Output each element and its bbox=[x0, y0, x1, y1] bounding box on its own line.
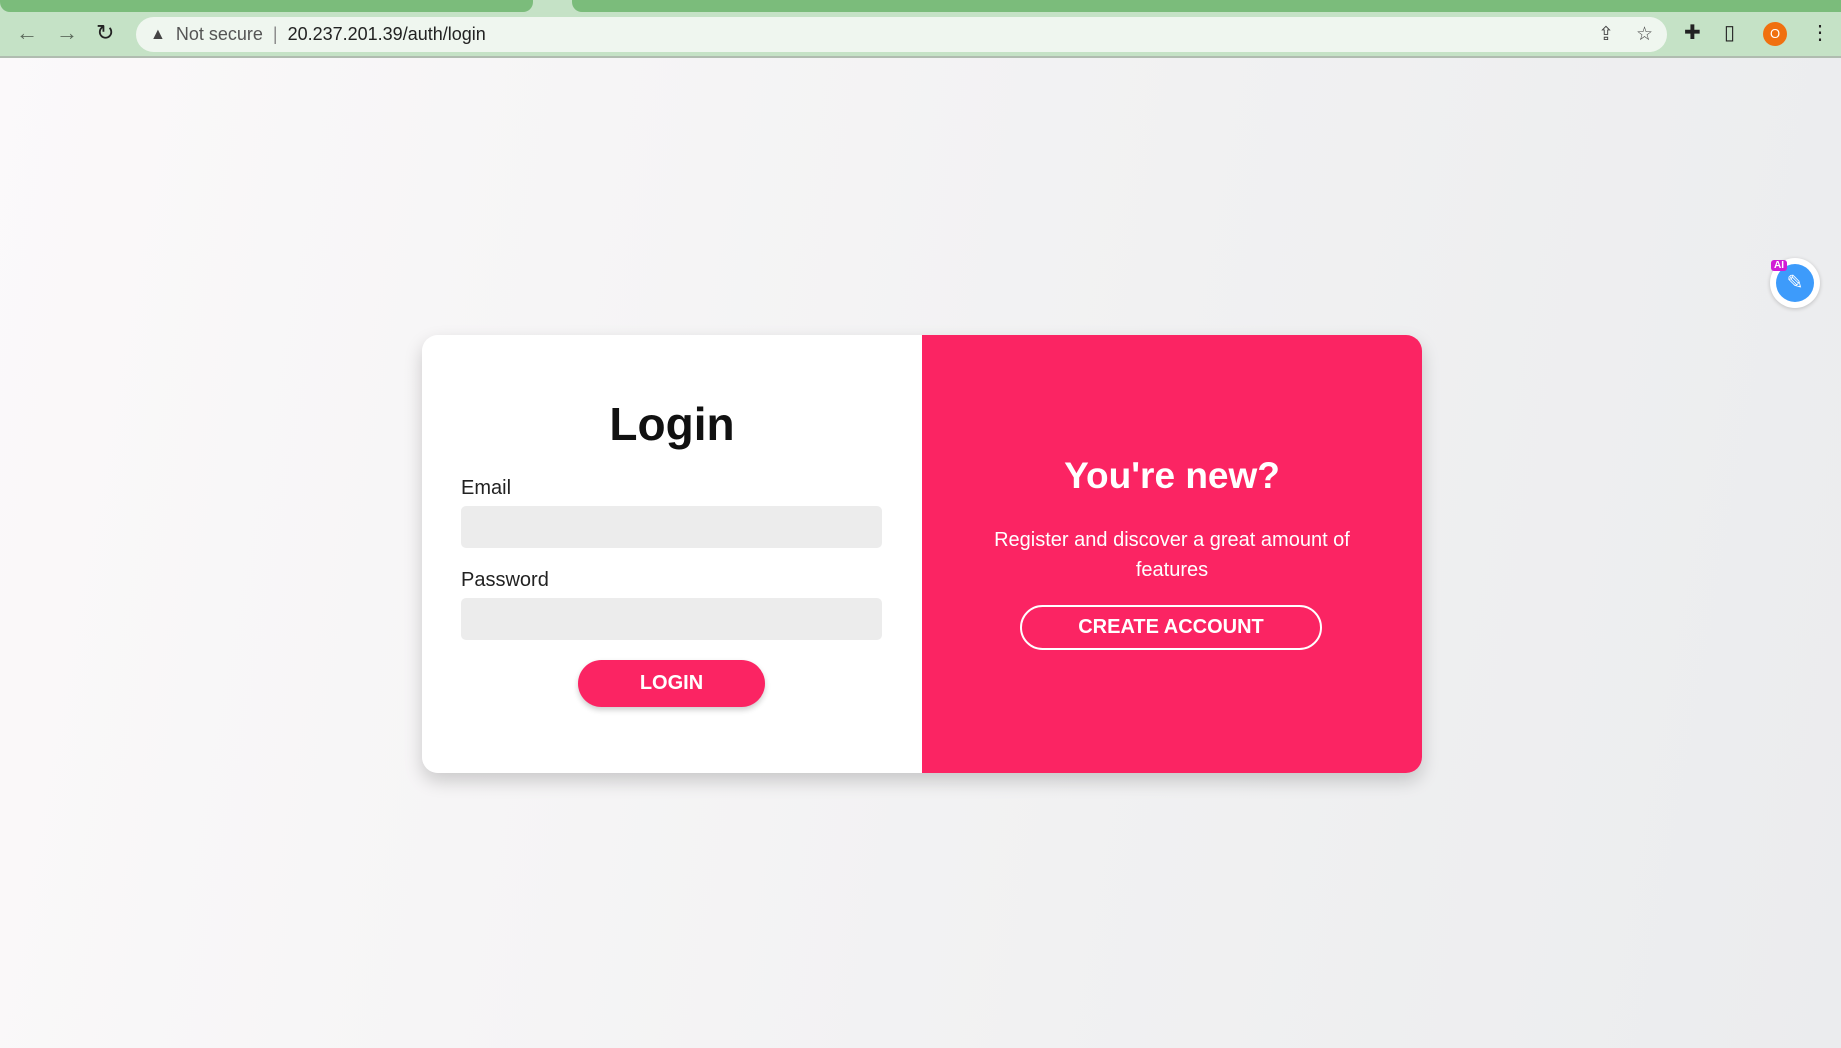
url-text[interactable]: 20.237.201.39/auth/login bbox=[288, 24, 486, 45]
back-icon[interactable]: ← bbox=[16, 20, 38, 46]
ai-extension-button[interactable]: ✎ AI bbox=[1770, 258, 1820, 308]
browser-tab[interactable] bbox=[0, 0, 533, 12]
reload-icon[interactable]: ↻ bbox=[96, 20, 114, 46]
browser-toolbar: ← → ↻ ▲ Not secure | 20.237.201.39/auth/… bbox=[0, 0, 1841, 58]
address-bar[interactable]: ▲ Not secure | 20.237.201.39/auth/login … bbox=[136, 17, 1667, 52]
security-status[interactable]: Not secure bbox=[176, 24, 263, 45]
side-panel-icon[interactable]: ▯ bbox=[1724, 20, 1735, 45]
extensions-icon[interactable]: ✚ bbox=[1684, 20, 1701, 45]
browser-tab[interactable] bbox=[572, 0, 1841, 12]
create-account-button[interactable]: CREATE ACCOUNT bbox=[1020, 605, 1322, 650]
login-title: Login bbox=[609, 398, 735, 450]
warning-icon[interactable]: ▲ bbox=[150, 26, 166, 44]
register-text: Register and discover a great amount of … bbox=[994, 529, 1350, 581]
email-input[interactable] bbox=[461, 506, 882, 548]
profile-avatar[interactable]: O bbox=[1763, 22, 1787, 46]
password-label: Password bbox=[461, 569, 549, 591]
ai-badge: AI bbox=[1771, 260, 1787, 271]
menu-icon[interactable]: ⋮ bbox=[1810, 20, 1830, 45]
register-panel: You're new? Register and discover a grea… bbox=[922, 335, 1422, 773]
auth-card: Login Email Password LOGIN You're new? R… bbox=[422, 335, 1422, 773]
star-icon[interactable]: ☆ bbox=[1636, 23, 1653, 46]
login-panel: Login Email Password LOGIN bbox=[422, 335, 922, 773]
login-button[interactable]: LOGIN bbox=[578, 660, 765, 707]
forward-icon[interactable]: → bbox=[56, 20, 78, 46]
divider: | bbox=[272, 24, 278, 44]
share-icon[interactable]: ⇪ bbox=[1598, 23, 1614, 46]
email-label: Email bbox=[461, 477, 512, 499]
register-title: You're new? bbox=[1064, 455, 1280, 496]
password-input[interactable] bbox=[461, 598, 882, 640]
